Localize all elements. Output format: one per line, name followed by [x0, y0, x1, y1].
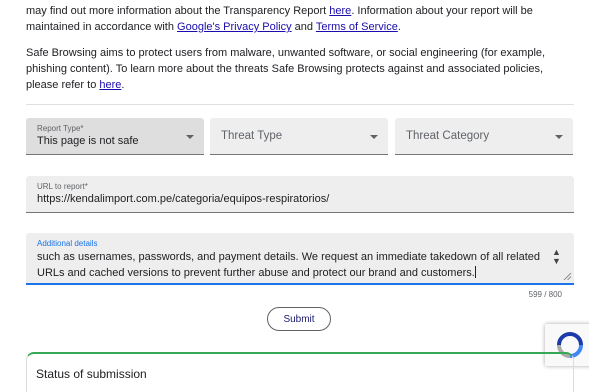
privacy-policy-link[interactable]: Google's Privacy Policy — [177, 21, 292, 33]
section-divider — [26, 104, 574, 105]
report-type-select[interactable]: Report Type* This page is not safe — [26, 118, 204, 155]
submit-button[interactable]: Submit — [267, 307, 331, 331]
additional-details-text: such as usernames, passwords, and paymen… — [37, 249, 542, 281]
character-counter: 599 / 800 — [528, 290, 562, 299]
submission-status-card: Status of submission — [26, 352, 574, 392]
caret-down-icon — [186, 135, 194, 139]
url-value: https://kendalimport.com.pe/categoria/eq… — [37, 193, 330, 205]
additional-details-textarea[interactable]: Additional details such as usernames, pa… — [26, 233, 574, 285]
intro-text: and — [291, 21, 316, 33]
additional-details-label: Additional details — [37, 239, 98, 248]
transparency-report-link[interactable]: here — [329, 5, 351, 17]
report-type-value: This page is not safe — [37, 135, 139, 147]
resize-handle-icon[interactable] — [563, 272, 571, 280]
intro-text: may find out more information about the … — [26, 5, 330, 17]
threat-type-placeholder: Threat Type — [221, 130, 283, 142]
threat-category-placeholder: Threat Category — [406, 130, 490, 142]
intro-text: . — [397, 21, 401, 33]
terms-of-service-link[interactable]: Terms of Service — [316, 21, 398, 33]
intro-text: . — [121, 79, 125, 91]
scroll-stepper[interactable]: ▲ ▼ — [552, 248, 561, 266]
threat-type-select[interactable]: Threat Type — [210, 118, 388, 155]
url-label: URL to report* — [37, 182, 88, 191]
url-to-report-field[interactable]: URL to report* https://kendalimport.com.… — [26, 176, 574, 213]
threat-category-select[interactable]: Threat Category — [395, 118, 573, 155]
text-cursor — [474, 266, 476, 278]
intro-paragraph-2: Safe Browsing aims to protect users from… — [26, 45, 574, 93]
intro-paragraph-1: may find out more information about the … — [26, 3, 574, 35]
chevron-down-icon[interactable]: ▼ — [552, 257, 561, 266]
caret-down-icon — [370, 135, 378, 139]
report-type-label: Report Type* — [37, 124, 84, 133]
additional-details-value: such as usernames, passwords, and paymen… — [37, 251, 541, 279]
safe-browsing-policies-link[interactable]: here — [99, 79, 121, 91]
status-title: Status of submission — [36, 367, 147, 381]
caret-down-icon — [555, 135, 563, 139]
